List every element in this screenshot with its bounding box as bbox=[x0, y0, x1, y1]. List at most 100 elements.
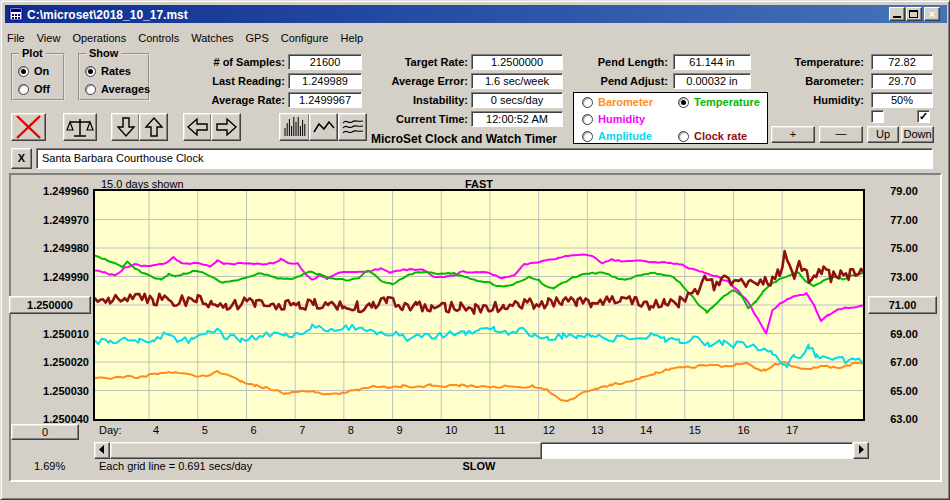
zero-button[interactable]: 0 bbox=[11, 424, 79, 440]
menu-item-configure[interactable]: Configure bbox=[281, 32, 329, 44]
pend-adjust-value: 0.00032 in bbox=[673, 73, 751, 89]
rate-axis-label: 1.250030 bbox=[5, 385, 89, 397]
day-tick-label: 6 bbox=[250, 424, 256, 436]
title-bar: C:\microset\2018_10_17.mst × bbox=[5, 5, 947, 23]
last-reading-value: 1.249989 bbox=[288, 73, 362, 89]
sensor-radio-humidity-label: Humidity bbox=[598, 113, 645, 125]
radio-plot-on-label: On bbox=[34, 65, 49, 77]
clear-description-button[interactable]: X bbox=[11, 148, 32, 169]
target-rate-label: Target Rate: bbox=[361, 56, 468, 68]
radio-show-rates[interactable] bbox=[85, 66, 96, 77]
show-group-label: Show bbox=[86, 47, 121, 59]
pend-length-value: 61.144 in bbox=[673, 54, 751, 70]
day-tick-label: 17 bbox=[786, 424, 798, 436]
radio-plot-off-label: Off bbox=[34, 83, 50, 95]
radio-plot-off[interactable] bbox=[18, 84, 29, 95]
temp-axis-label: 77.00 bbox=[871, 214, 937, 226]
humidity-label: Humidity: bbox=[761, 94, 864, 106]
scroll-right-button[interactable] bbox=[853, 442, 869, 459]
option-checkbox-2[interactable]: ✓ bbox=[917, 110, 930, 123]
radio-plot-on[interactable] bbox=[18, 66, 29, 77]
red-x-icon bbox=[13, 115, 44, 139]
day-tick-label: 10 bbox=[445, 424, 457, 436]
sensor-radio-barometer[interactable] bbox=[582, 97, 593, 108]
pend-adjust-label: Pend Adjust: bbox=[561, 75, 668, 87]
plot-group-label: Plot bbox=[19, 47, 46, 59]
histogram-icon bbox=[282, 115, 308, 139]
plus-button[interactable]: + bbox=[771, 126, 815, 143]
sensor-radio-clock-rate[interactable] bbox=[678, 131, 689, 142]
day-axis-title: Day: bbox=[99, 424, 122, 436]
app-window: C:\microset\2018_10_17.mst × File View Ope… bbox=[0, 0, 950, 500]
sensor-radio-barometer-label: Barometer bbox=[598, 96, 653, 108]
sensor-radio-amplitude-label: Amplitude bbox=[598, 130, 652, 142]
sensor-radio-clock-rate-label: Clock rate bbox=[694, 130, 747, 142]
app-name-label: MicroSet Clock and Watch Timer bbox=[371, 132, 557, 146]
menu-item-file[interactable]: File bbox=[7, 32, 25, 44]
radio-show-averages[interactable] bbox=[85, 84, 96, 95]
down-button[interactable]: Down bbox=[901, 126, 934, 143]
menu-item-operations[interactable]: Operations bbox=[72, 32, 126, 44]
minimize-button[interactable] bbox=[889, 7, 905, 21]
current-time-label: Current Time: bbox=[361, 113, 468, 125]
arrow-up-button[interactable] bbox=[139, 113, 168, 141]
rate-axis-highlight-button[interactable]: 1.250000 bbox=[9, 296, 91, 314]
arrow-down-button[interactable] bbox=[111, 113, 140, 141]
menu-item-controls[interactable]: Controls bbox=[138, 32, 179, 44]
day-tick-label: 11 bbox=[494, 424, 505, 436]
rates-view-button[interactable] bbox=[309, 113, 338, 141]
average-error-value: 1.6 sec/week bbox=[471, 73, 563, 89]
app-icon bbox=[9, 7, 23, 21]
arrow-left-button[interactable] bbox=[183, 113, 212, 141]
close-button[interactable]: × bbox=[924, 7, 940, 21]
sensor-radio-temperature-label: Temperature bbox=[694, 96, 760, 108]
series-barometer bbox=[95, 362, 863, 401]
temperature-value: 72.82 bbox=[871, 54, 933, 70]
up-arrow-icon bbox=[143, 115, 165, 139]
radio-show-rates-label: Rates bbox=[101, 65, 131, 77]
menu-item-help[interactable]: Help bbox=[341, 32, 364, 44]
barometer-value: 29.70 bbox=[871, 73, 933, 89]
day-tick-label: 9 bbox=[397, 424, 403, 436]
wavy-lines-icon bbox=[341, 115, 365, 139]
clear-plot-button[interactable] bbox=[11, 113, 46, 141]
temp-axis-label: 67.00 bbox=[871, 356, 937, 368]
minus-button[interactable]: — bbox=[819, 126, 863, 143]
arrow-right-button[interactable] bbox=[211, 113, 241, 141]
series-amplitude bbox=[95, 324, 863, 367]
maximize-button[interactable] bbox=[906, 7, 922, 21]
scroll-left-arrow-icon bbox=[96, 443, 108, 456]
humidity-value: 50% bbox=[871, 92, 933, 108]
sensor-radio-temperature[interactable] bbox=[678, 97, 689, 108]
scroll-left-button[interactable] bbox=[94, 442, 110, 459]
option-checkbox-1[interactable] bbox=[871, 110, 884, 123]
temp-axis-highlight-button[interactable]: 71.00 bbox=[868, 296, 937, 314]
menu-item-gps[interactable]: GPS bbox=[246, 32, 269, 44]
series-humidity bbox=[95, 255, 863, 334]
sensor-radio-humidity[interactable] bbox=[582, 114, 593, 125]
menu-item-view[interactable]: View bbox=[37, 32, 61, 44]
histogram-view-button[interactable] bbox=[279, 113, 310, 141]
menu-bar: File View Operations Controls Watches GPS Conf… bbox=[7, 28, 937, 44]
rate-axis-label: 1.249980 bbox=[5, 242, 89, 254]
left-arrow-icon bbox=[186, 115, 210, 139]
day-tick-label: 5 bbox=[202, 424, 208, 436]
up-button[interactable]: Up bbox=[867, 126, 899, 143]
balance-button[interactable] bbox=[63, 113, 97, 141]
of-samples-value: 21600 bbox=[288, 54, 362, 70]
rate-axis-label: 1.249960 bbox=[5, 185, 89, 197]
day-tick-label: 8 bbox=[348, 424, 354, 436]
rate-axis-label: 1.249970 bbox=[5, 214, 89, 226]
description-input[interactable]: Santa Barbara Courthouse Clock bbox=[36, 148, 933, 169]
sensor-radio-amplitude[interactable] bbox=[582, 131, 593, 142]
day-tick-label: 14 bbox=[640, 424, 652, 436]
temp-axis-label: 65.00 bbox=[871, 385, 937, 397]
averages-view-button[interactable] bbox=[338, 113, 367, 141]
scroll-thumb[interactable] bbox=[110, 442, 542, 459]
rate-axis-label: 1.250010 bbox=[5, 328, 89, 340]
day-tick-label: 13 bbox=[591, 424, 603, 436]
slow-label: SLOW bbox=[95, 460, 863, 472]
menu-item-watches[interactable]: Watches bbox=[191, 32, 233, 44]
barometer-label: Barometer: bbox=[761, 75, 864, 87]
rate-axis-label: 1.250020 bbox=[5, 356, 89, 368]
